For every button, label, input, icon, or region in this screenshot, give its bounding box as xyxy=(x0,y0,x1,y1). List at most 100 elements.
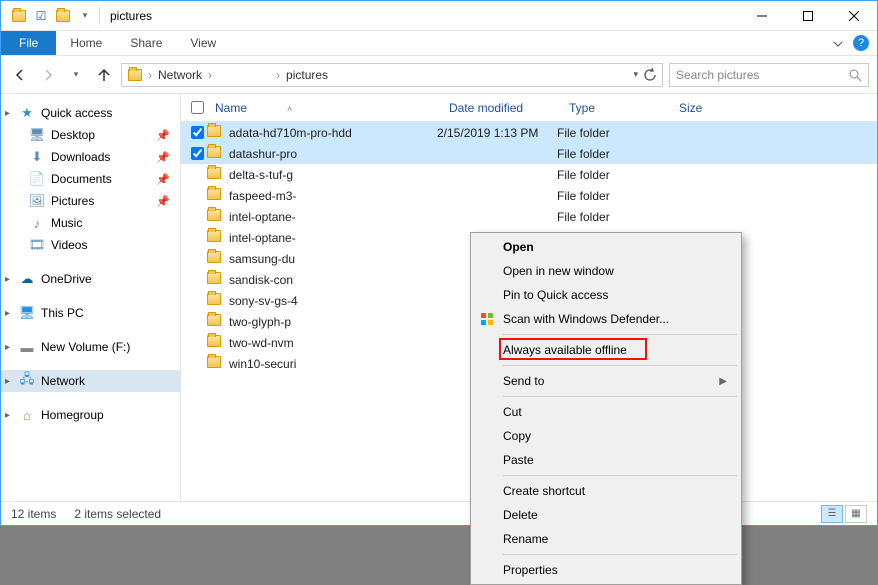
column-size[interactable]: Size xyxy=(671,101,751,115)
crumb-root-icon[interactable] xyxy=(124,69,146,81)
search-icon[interactable] xyxy=(848,68,862,82)
sidebar-quick-access[interactable]: ▸ ★ Quick access xyxy=(1,102,180,124)
recent-locations-button[interactable]: ▾ xyxy=(65,64,87,86)
folder-icon xyxy=(207,314,223,330)
caret-icon[interactable]: ▸ xyxy=(5,342,10,353)
menu-item-scan-with-windows-defender[interactable]: Scan with Windows Defender... xyxy=(473,307,739,331)
column-type[interactable]: Type xyxy=(561,101,671,115)
menu-item-label: Copy xyxy=(503,429,531,443)
chevron-right-icon[interactable]: › xyxy=(206,68,214,82)
sidebar-item-documents[interactable]: 📄Documents📌 xyxy=(1,168,180,190)
caret-icon[interactable]: ▸ xyxy=(5,108,10,119)
tab-file[interactable]: File xyxy=(1,31,56,55)
tab-home[interactable]: Home xyxy=(56,31,116,55)
menu-separator xyxy=(503,365,737,366)
folder-icon xyxy=(207,356,223,372)
row-checkbox[interactable] xyxy=(191,126,204,139)
sidebar-item-label: Quick access xyxy=(41,106,112,120)
menu-item-always-available-offline[interactable]: Always available offline xyxy=(473,338,739,362)
qat-dropdown-icon[interactable]: ▾ xyxy=(75,6,95,26)
help-icon[interactable]: ? xyxy=(853,35,869,51)
file-name: intel-optane- xyxy=(229,231,437,245)
menu-item-copy[interactable]: Copy xyxy=(473,424,739,448)
navbar: ▾ › Network › › pictures ▾ Search pictur… xyxy=(1,56,877,94)
menu-item-label: Open in new window xyxy=(503,264,614,278)
search-input[interactable]: Search pictures xyxy=(669,63,869,87)
select-all-checkbox[interactable] xyxy=(191,101,204,114)
address-dropdown-icon[interactable]: ▾ xyxy=(633,69,638,80)
table-row[interactable]: adata-hd710m-pro-hdd 2/15/2019 1:13 PM F… xyxy=(181,122,877,143)
menu-item-create-shortcut[interactable]: Create shortcut xyxy=(473,479,739,503)
menu-item-properties[interactable]: Properties xyxy=(473,558,739,582)
back-button[interactable] xyxy=(9,64,31,86)
table-row[interactable]: delta-s-tuf-g File folder xyxy=(181,164,877,185)
tab-share[interactable]: Share xyxy=(116,31,176,55)
sidebar-item-downloads[interactable]: ⬇Downloads📌 xyxy=(1,146,180,168)
window-title: pictures xyxy=(110,9,152,23)
file-type: File folder xyxy=(557,168,667,182)
sidebar-network[interactable]: ▸🖧Network xyxy=(1,370,180,392)
view-details-button[interactable]: ☰ xyxy=(821,505,843,523)
folder-icon: ♪ xyxy=(29,215,45,231)
menu-item-paste[interactable]: Paste xyxy=(473,448,739,472)
up-button[interactable] xyxy=(93,64,115,86)
chevron-right-icon[interactable]: › xyxy=(146,68,154,82)
table-row[interactable]: faspeed-m3- File folder xyxy=(181,185,877,206)
menu-item-delete[interactable]: Delete xyxy=(473,503,739,527)
table-row[interactable]: intel-optane- File folder xyxy=(181,206,877,227)
menu-item-rename[interactable]: Rename xyxy=(473,527,739,551)
minimize-button[interactable] xyxy=(739,1,785,31)
caret-icon[interactable]: ▸ xyxy=(5,410,10,421)
forward-button[interactable] xyxy=(37,64,59,86)
sidebar-drive[interactable]: ▸▬New Volume (F:) xyxy=(1,336,180,358)
menu-item-label: Properties xyxy=(503,563,558,577)
address-bar[interactable]: › Network › › pictures ▾ xyxy=(121,63,663,87)
view-largeicons-button[interactable]: ▦ xyxy=(845,505,867,523)
column-date[interactable]: Date modified xyxy=(441,101,561,115)
caret-icon[interactable]: ▸ xyxy=(5,308,10,319)
sidebar-item-videos[interactable]: 🎞Videos xyxy=(1,234,180,256)
column-headers: Name˄ Date modified Type Size xyxy=(181,94,877,122)
tab-view[interactable]: View xyxy=(176,31,230,55)
menu-item-open-in-new-window[interactable]: Open in new window xyxy=(473,259,739,283)
file-name: sony-sv-gs-4 xyxy=(229,294,437,308)
folder-icon xyxy=(207,251,223,267)
caret-icon[interactable]: ▸ xyxy=(5,274,10,285)
column-name[interactable]: Name˄ xyxy=(207,101,441,115)
row-checkbox[interactable] xyxy=(191,147,204,160)
menu-item-label: Pin to Quick access xyxy=(503,288,608,302)
ribbon-expand-icon[interactable] xyxy=(833,31,843,56)
explorer-window: ☑ ▾ pictures File Home Share View ? ▾ › … xyxy=(0,0,878,526)
maximize-button[interactable] xyxy=(785,1,831,31)
table-row[interactable]: datashur-pro File folder xyxy=(181,143,877,164)
menu-item-cut[interactable]: Cut xyxy=(473,400,739,424)
sidebar-item-pictures[interactable]: 🖼Pictures📌 xyxy=(1,190,180,212)
qat-newfolder-icon[interactable] xyxy=(53,6,73,26)
file-name: delta-s-tuf-g xyxy=(229,168,437,182)
sidebar-item-music[interactable]: ♪Music xyxy=(1,212,180,234)
chevron-right-icon[interactable]: › xyxy=(274,68,282,82)
sidebar-item-desktop[interactable]: 🖥Desktop📌 xyxy=(1,124,180,146)
folder-icon: 📄 xyxy=(29,171,45,187)
menu-item-pin-to-quick-access[interactable]: Pin to Quick access xyxy=(473,283,739,307)
folder-icon xyxy=(207,188,223,204)
folder-icon: ⬇ xyxy=(29,149,45,165)
qat-properties-icon[interactable]: ☑ xyxy=(31,6,51,26)
file-name: faspeed-m3- xyxy=(229,189,437,203)
pin-icon: 📌 xyxy=(156,173,170,186)
file-name: adata-hd710m-pro-hdd xyxy=(229,126,437,140)
sidebar-this-pc[interactable]: ▸🖥This PC xyxy=(1,302,180,324)
folder-icon: 🖼 xyxy=(29,193,45,209)
refresh-icon[interactable] xyxy=(642,68,656,82)
menu-item-open[interactable]: Open xyxy=(473,235,739,259)
search-placeholder: Search pictures xyxy=(676,68,759,82)
body: ▸ ★ Quick access 🖥Desktop📌⬇Downloads📌📄Do… xyxy=(1,94,877,501)
close-button[interactable] xyxy=(831,1,877,31)
caret-icon[interactable]: ▸ xyxy=(5,376,10,387)
crumb-network[interactable]: Network xyxy=(154,68,206,82)
sidebar-onedrive[interactable]: ▸☁OneDrive xyxy=(1,268,180,290)
crumb-folder[interactable]: pictures xyxy=(282,68,332,82)
app-icon[interactable] xyxy=(9,6,29,26)
sidebar-homegroup[interactable]: ▸⌂Homegroup xyxy=(1,404,180,426)
menu-item-send-to[interactable]: Send to▶ xyxy=(473,369,739,393)
